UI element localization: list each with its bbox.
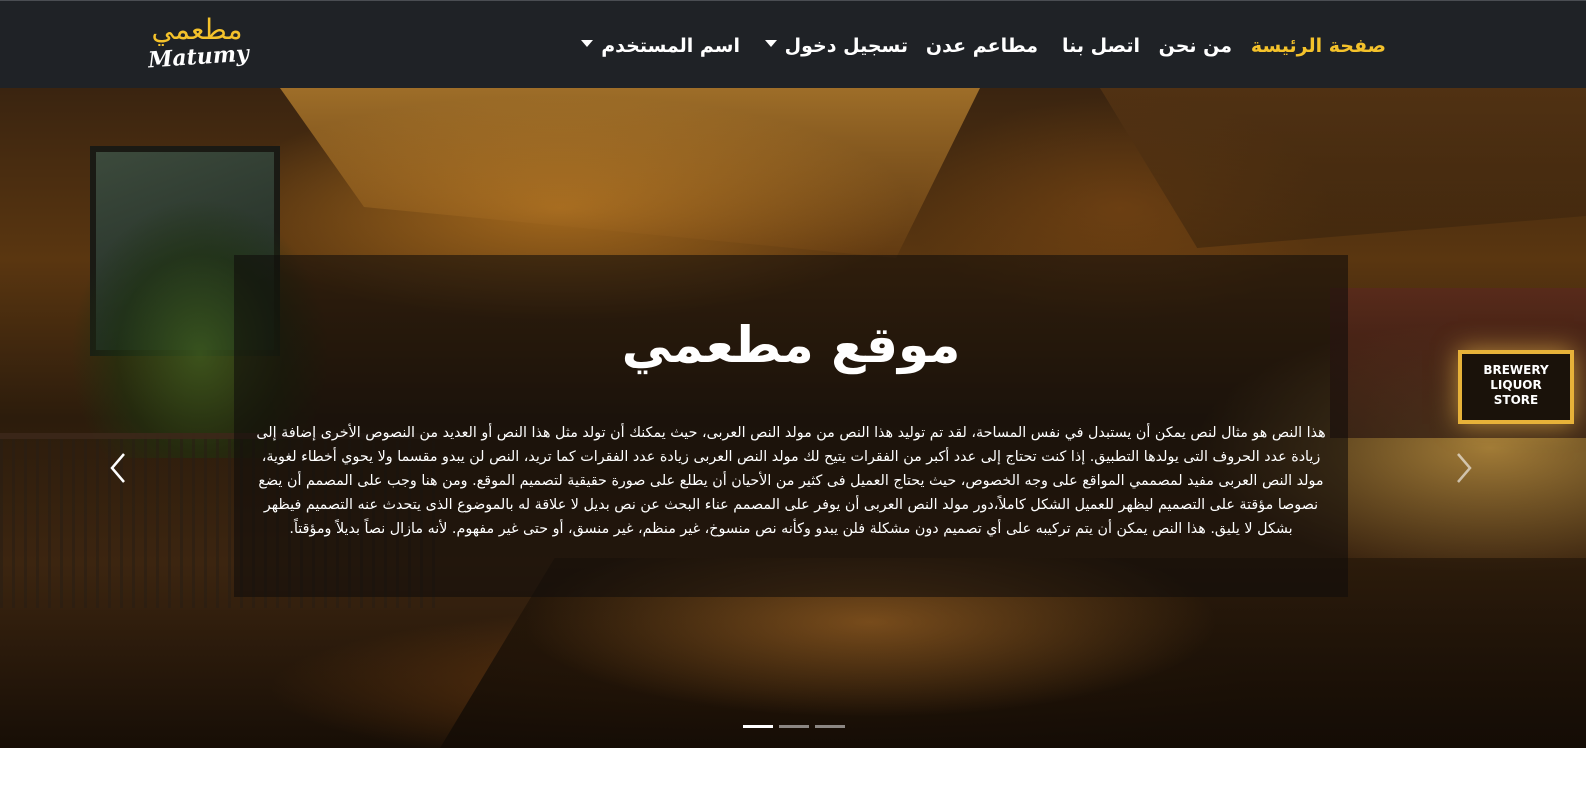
- brewery-liquor-store-sign: BREWERY LIQUOR STORE: [1458, 350, 1574, 424]
- hero-title: موقع مطعمي: [621, 316, 961, 374]
- navbar: مطعمي Matumy صفحة الرئيسة من نحن اتصل بن…: [0, 0, 1586, 88]
- chevron-left-icon: [110, 453, 125, 483]
- nav-user-label: اسم المستخدم: [601, 35, 740, 57]
- nav-contact[interactable]: اتصل بنا: [1060, 31, 1142, 61]
- nav-home[interactable]: صفحة الرئيسة: [1251, 31, 1386, 61]
- chevron-right-icon: [1457, 453, 1472, 483]
- hero-background-ceiling-right: [1100, 88, 1586, 248]
- caret-down-icon: [764, 40, 777, 47]
- nav-about[interactable]: من نحن: [1159, 31, 1232, 61]
- carousel-indicator-1[interactable]: [743, 725, 773, 728]
- carousel-indicators: [743, 725, 845, 731]
- caret-down-icon: [581, 40, 594, 47]
- nav-aden-restaurants[interactable]: مطاعم عدن: [926, 31, 1038, 61]
- nav-login-dropdown[interactable]: تسجيل دخول: [764, 31, 908, 61]
- hero-carousel: BREWERY LIQUOR STORE موقع مطعمي هذا النص…: [0, 88, 1586, 748]
- carousel-prev-button[interactable]: [100, 448, 140, 488]
- carousel-next-button[interactable]: [1442, 448, 1482, 488]
- carousel-indicator-3[interactable]: [815, 725, 845, 728]
- nav-user-dropdown[interactable]: اسم المستخدم: [581, 31, 740, 61]
- brand-logo[interactable]: مطعمي Matumy: [144, 13, 250, 75]
- hero-paragraph: هذا النص هو مثال لنص يمكن أن يستبدل في ن…: [256, 425, 1326, 537]
- nav-login-label: تسجيل دخول: [784, 35, 908, 57]
- hero-background-ceiling: [280, 88, 980, 258]
- brand-latin: Matumy: [147, 40, 250, 74]
- carousel-caption: موقع مطعمي هذا النص هو مثال لنص يمكن أن …: [234, 255, 1348, 597]
- carousel-indicator-2[interactable]: [779, 725, 809, 728]
